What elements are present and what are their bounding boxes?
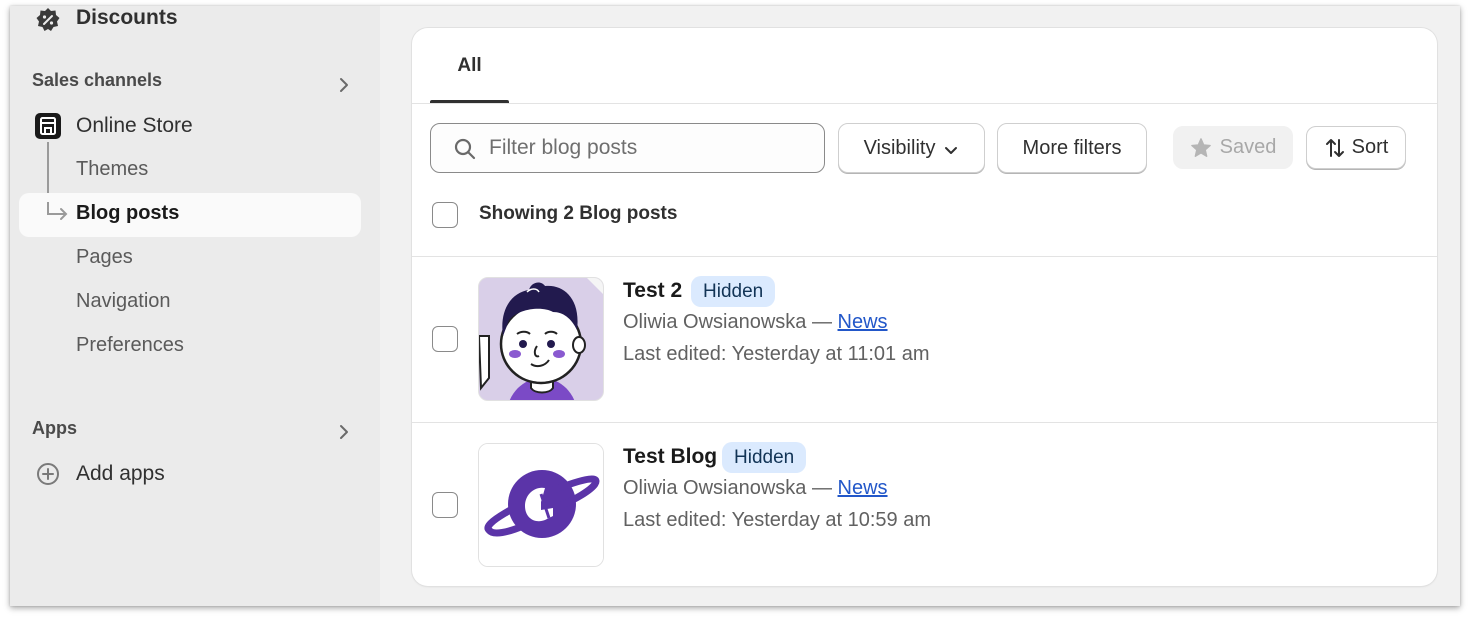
visibility-label: Visibility [863, 136, 936, 159]
sidebar-item-navigation[interactable]: Navigation [76, 290, 171, 313]
sidebar-item-preferences[interactable]: Preferences [76, 334, 184, 357]
post-author-line: Oliwia Owsianowska — News [623, 477, 888, 500]
select-all-checkbox[interactable] [432, 202, 458, 228]
post-author-line: Oliwia Owsianowska — News [623, 311, 888, 334]
status-badge: Hidden [691, 276, 776, 307]
post-title-link[interactable]: Test Blog [623, 445, 717, 469]
more-filters-button[interactable]: More filters [997, 123, 1147, 173]
chevron-right-icon [340, 425, 348, 439]
chevron-down-icon [945, 146, 958, 154]
sidebar-item-label: Online Store [76, 114, 193, 137]
showing-count-text: Showing 2 Blog posts [479, 203, 678, 224]
sidebar-item-blog-posts[interactable]: Blog posts [76, 202, 179, 225]
sidebar-item-themes[interactable]: Themes [76, 158, 148, 181]
separator: — [806, 477, 838, 499]
sort-label: Sort [1351, 136, 1389, 158]
row-checkbox[interactable] [432, 492, 458, 518]
post-title-link[interactable]: Test 2 [623, 279, 682, 303]
sidebar-item-pages[interactable]: Pages [76, 246, 133, 269]
separator: — [806, 311, 838, 333]
saved-button[interactable]: Saved [1173, 126, 1293, 169]
sidebar-item-add-apps[interactable]: Add apps [10, 459, 370, 489]
section-title-sales-channels: Sales channels [32, 70, 163, 90]
post-thumbnail-logo [478, 443, 604, 567]
sidebar-item-online-store[interactable]: Online Store [10, 111, 370, 141]
sidebar: Discounts Sales channels Online Store Th… [10, 6, 380, 606]
sales-channels-header[interactable]: Sales channels [10, 68, 370, 98]
row-checkbox[interactable] [432, 326, 458, 352]
planet-logo-image [479, 444, 603, 566]
post-last-edited: Last edited: Yesterday at 10:59 am [623, 509, 931, 531]
table-row[interactable]: Test 2 Hidden Oliwia Owsianowska — News … [412, 257, 1437, 422]
sidebar-item-label: Discounts [76, 6, 178, 29]
status-badge: Hidden [722, 442, 807, 473]
sidebar-item-discounts[interactable]: Discounts [10, 6, 370, 32]
search-input[interactable] [489, 124, 809, 172]
saved-label: Saved [1219, 136, 1277, 158]
search-icon [454, 138, 476, 160]
store-icon [34, 112, 62, 140]
sort-button[interactable]: Sort [1306, 126, 1406, 169]
discount-icon [34, 6, 62, 34]
tabs-divider [412, 103, 1437, 104]
chevron-right-icon [340, 78, 348, 92]
cartoon-avatar-image [479, 278, 603, 400]
active-item-highlight [19, 193, 361, 237]
tree-arrow-icon [47, 202, 68, 220]
section-title-apps: Apps [32, 418, 77, 438]
tab-label: All [457, 54, 482, 76]
sort-arrows-icon [1325, 138, 1344, 157]
search-field[interactable] [430, 123, 825, 173]
star-icon [1190, 137, 1211, 157]
blog-link[interactable]: News [838, 477, 888, 499]
app-window: Discounts Sales channels Online Store Th… [10, 6, 1460, 606]
table-row[interactable]: Test Blog Hidden Oliwia Owsianowska — Ne… [412, 423, 1437, 586]
apps-header[interactable]: Apps [10, 416, 370, 446]
post-author: Oliwia Owsianowska [623, 311, 807, 333]
blog-posts-card: All Visibility More filters Saved [412, 28, 1437, 586]
post-author: Oliwia Owsianowska [623, 477, 807, 499]
blog-link[interactable]: News [838, 311, 888, 333]
more-filters-label: More filters [1022, 136, 1122, 159]
visibility-filter-button[interactable]: Visibility [838, 123, 985, 173]
sidebar-item-label: Add apps [76, 462, 165, 485]
post-thumbnail-avatar [478, 277, 604, 401]
post-last-edited: Last edited: Yesterday at 11:01 am [623, 343, 930, 365]
tab-all[interactable]: All [430, 28, 509, 103]
plus-circle-icon [34, 460, 62, 488]
